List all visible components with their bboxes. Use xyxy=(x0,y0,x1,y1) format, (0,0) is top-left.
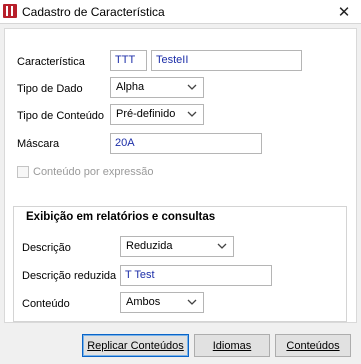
chevron-down-icon xyxy=(187,299,197,305)
idiomas-button[interactable]: Idiomas xyxy=(194,334,270,357)
tipo-conteudo-select[interactable]: Pré-definido xyxy=(110,104,204,125)
descricao-select[interactable]: Reduzida xyxy=(120,236,234,257)
tipo-dado-select[interactable]: Alpha xyxy=(110,77,204,98)
title-bar: Cadastro de Característica ✕ xyxy=(0,0,361,24)
caracteristica-label: Característica xyxy=(17,56,85,68)
conteudo-expressao-checkbox[interactable] xyxy=(17,166,29,178)
conteudos-button[interactable]: Conteúdos xyxy=(275,334,351,357)
conteudo-label: Conteúdo xyxy=(22,298,70,310)
descricao-reduzida-label: Descrição reduzida xyxy=(22,270,117,282)
window-title: Cadastro de Característica xyxy=(22,5,165,19)
descricao-reduzida-field[interactable]: T Test xyxy=(120,265,272,286)
close-icon: ✕ xyxy=(337,4,351,21)
exibicao-group-title: Exibição em relatórios e consultas xyxy=(25,211,217,223)
close-button[interactable]: ✕ xyxy=(327,0,361,24)
conteudo-value: Ambos xyxy=(126,296,161,308)
descricao-value: Reduzida xyxy=(126,240,173,252)
replicar-conteudos-button[interactable]: Replicar Conteúdos xyxy=(82,334,189,357)
chevron-down-icon xyxy=(187,111,197,117)
conteudo-select[interactable]: Ambos xyxy=(120,292,204,313)
caracteristica-code-field[interactable]: TTT xyxy=(110,50,147,71)
tipo-conteudo-value: Pré-definido xyxy=(116,108,176,120)
chevron-down-icon xyxy=(217,243,227,249)
conteudo-expressao-label: Conteúdo por expressão xyxy=(33,166,154,178)
tipo-conteudo-label: Tipo de Conteúdo xyxy=(17,110,105,122)
mascara-field[interactable]: 20A xyxy=(110,133,262,154)
mascara-label: Máscara xyxy=(17,138,60,150)
tipo-dado-label: Tipo de Dado xyxy=(17,83,83,95)
app-logo-icon xyxy=(3,4,17,18)
caracteristica-name-field[interactable]: TesteII xyxy=(151,50,302,71)
chevron-down-icon xyxy=(187,84,197,90)
descricao-label: Descrição xyxy=(22,242,71,254)
tipo-dado-value: Alpha xyxy=(116,81,145,93)
